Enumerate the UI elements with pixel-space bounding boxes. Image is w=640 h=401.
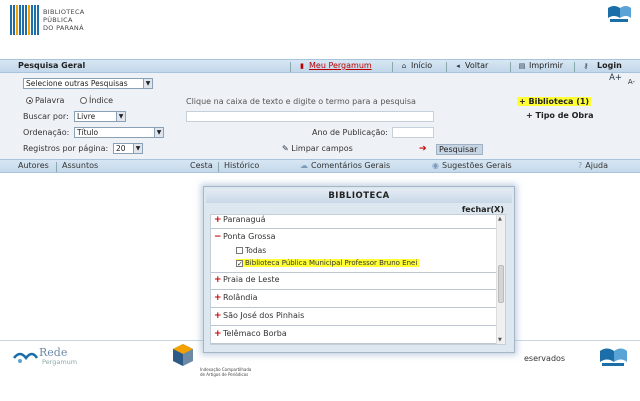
top-nav-bar: Pesquisa Geral ▮ Meu Pergamum ⌂ Início ◂…	[0, 59, 640, 73]
checkbox-checked-icon: ✓	[236, 260, 243, 268]
chevron-down-icon: ▼	[143, 79, 152, 88]
expand-plus-icon: +	[214, 275, 222, 285]
outras-pesquisas-select[interactable]: Selecione outras Pesquisas ▼	[23, 78, 153, 89]
comment-icon: ☁	[300, 161, 308, 170]
logo-bar	[37, 5, 39, 35]
scroll-down-icon[interactable]: ▼	[498, 337, 502, 343]
pencil-icon: ✎	[282, 144, 289, 153]
scrollbar-thumb[interactable]	[498, 265, 504, 303]
buscar-por-label: Buscar por:	[23, 112, 69, 121]
pesquisar-button[interactable]: Pesquisar	[436, 144, 483, 155]
home-icon: ⌂	[401, 61, 407, 70]
font-decrease-button[interactable]: A-	[628, 78, 635, 86]
rights-text: eservados	[524, 354, 566, 363]
logo-bar	[13, 5, 15, 35]
tab-sugestoes[interactable]: ◉ Sugestões Gerais	[432, 161, 512, 170]
logo-bar	[22, 5, 24, 35]
ano-publicacao-label: Ano de Publicação:	[312, 128, 388, 137]
rede-logo-icon	[13, 352, 38, 363]
logo-bar	[25, 5, 27, 35]
logo-line-1: BIBLIOTECA	[43, 8, 85, 16]
radio-unselected-icon	[80, 97, 87, 104]
imprimir-link[interactable]: ▤ Imprimir	[518, 61, 563, 70]
ano-publicacao-input[interactable]	[392, 127, 434, 138]
logo-line-3: DO PARANÁ	[43, 24, 84, 32]
page-title: Pesquisa Geral	[18, 61, 86, 70]
person-icon: ▮	[300, 61, 304, 70]
tab-cesta[interactable]: Cesta	[190, 161, 213, 170]
tab-historico[interactable]: Histórico	[224, 161, 259, 170]
biblioteca-popup: BIBLIOTECA fechar(X) +Paranaguá −Ponta G…	[203, 186, 515, 353]
cube-icon	[173, 344, 193, 366]
ordenacao-label: Ordenação:	[23, 128, 70, 137]
voltar-link[interactable]: ◂ Voltar	[454, 61, 488, 70]
search-instruction: Clique na caixa de texto e digite o term…	[186, 97, 416, 106]
logo-bar	[16, 5, 18, 35]
pergamum-logo-bottom-icon	[598, 346, 628, 368]
logo-bar	[10, 5, 12, 35]
lightbulb-icon: ◉	[432, 161, 439, 170]
list-item-ponta-grossa[interactable]: −Ponta Grossa	[211, 232, 497, 244]
chevron-down-icon: ▼	[133, 144, 142, 153]
biblioteca-list: +Paranaguá −Ponta Grossa Todas ✓ Bibliote…	[210, 214, 506, 345]
scroll-up-icon[interactable]: ▲	[498, 216, 502, 222]
login-link[interactable]: ⚷ Login	[582, 61, 621, 70]
expand-plus-icon: +	[214, 329, 222, 339]
arrow-right-icon: ➔	[419, 144, 427, 154]
library-logo[interactable]: BIBLIOTECA PÚBLICA DO PARANÁ	[10, 4, 110, 36]
registros-label: Registros por página:	[23, 144, 109, 153]
biblioteca-filter-link[interactable]: + Biblioteca (1)	[517, 97, 592, 106]
registros-select[interactable]: 20 ▼	[113, 143, 143, 154]
radio-selected-icon	[26, 97, 33, 104]
logo-bars	[10, 5, 39, 35]
buscar-por-select[interactable]: Livre ▼	[74, 111, 126, 122]
list-item-paranagua[interactable]: +Paranaguá	[211, 215, 497, 229]
inicio-link[interactable]: ⌂ Início	[400, 61, 432, 70]
popup-close-button[interactable]: fechar(X)	[462, 205, 504, 214]
tab-assuntos[interactable]: Assuntos	[62, 161, 98, 170]
font-increase-button[interactable]: A+	[609, 73, 622, 83]
radio-indice[interactable]: Índice	[80, 96, 113, 105]
list-item-praia-de-leste[interactable]: +Praia de Leste	[211, 275, 497, 290]
chevron-down-icon: ▼	[116, 112, 125, 121]
logo-bar	[19, 5, 21, 35]
chevron-down-icon: ▼	[154, 128, 163, 137]
ordenacao-select[interactable]: Título ▼	[74, 127, 164, 138]
tab-autores[interactable]: Autores	[18, 161, 49, 170]
back-arrow-icon: ◂	[456, 61, 460, 70]
logo-bar	[31, 5, 33, 35]
logo-bar	[34, 5, 36, 35]
list-scrollbar[interactable]: ▲ ▼	[496, 215, 505, 344]
expand-plus-icon: +	[214, 215, 222, 225]
popup-title: BIBLIOTECA	[206, 189, 512, 203]
checkbox-empty-icon	[236, 247, 243, 254]
rede-pergamum-logo: Rede Pergamum	[12, 346, 102, 368]
limpar-campos-button[interactable]: ✎ Limpar campos	[282, 144, 353, 153]
help-icon: ?	[578, 161, 583, 170]
list-item-rolandia[interactable]: +Rolândia	[211, 293, 497, 308]
radio-palavra[interactable]: Palavra	[26, 96, 64, 105]
tabs-bar: Autores Assuntos Cesta Histórico ☁ Comen…	[0, 159, 640, 173]
key-icon: ⚷	[583, 61, 589, 70]
tab-comentarios[interactable]: ☁ Comentários Gerais	[300, 161, 390, 170]
list-item-sao-jose-dos-pinhais[interactable]: +São José dos Pinhais	[211, 311, 497, 326]
checkbox-biblioteca-bruno-enei[interactable]: ✓ Biblioteca Pública Municipal Professor …	[211, 258, 497, 273]
meu-pergamum-link[interactable]: ▮ Meu Pergamum	[298, 61, 372, 70]
collapse-minus-icon: −	[214, 232, 222, 242]
pergamum-logo-icon	[606, 4, 632, 24]
search-input[interactable]	[186, 111, 434, 122]
logo-line-2: PÚBLICA	[43, 16, 73, 24]
tab-ajuda[interactable]: ? Ajuda	[578, 161, 608, 170]
list-item-telemaco-borba[interactable]: +Telêmaco Borba	[211, 329, 497, 344]
logo-bar	[28, 5, 30, 35]
checkbox-todas[interactable]: Todas	[211, 246, 497, 257]
expand-plus-icon: +	[214, 293, 222, 303]
tipo-obra-filter-link[interactable]: + Tipo de Obra	[526, 111, 594, 120]
expand-plus-icon: +	[214, 311, 222, 321]
printer-icon: ▤	[518, 61, 526, 70]
